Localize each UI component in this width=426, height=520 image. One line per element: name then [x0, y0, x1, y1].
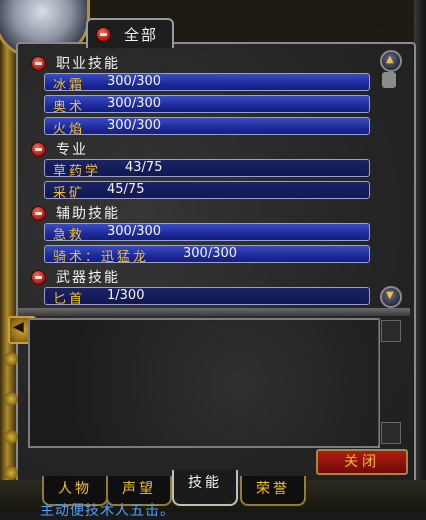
- skill-name: 匕首: [53, 292, 86, 307]
- detail-scroll-up[interactable]: [381, 320, 401, 342]
- skill-list: 职业技能 冰霜 300/300 奥术 300/300 火焰 300/300 专业…: [26, 48, 371, 308]
- skill-name: 草药学: [53, 164, 102, 179]
- collapse-all-icon[interactable]: [96, 27, 111, 42]
- skill-value: 300/300: [107, 224, 162, 239]
- skill-name: 骑术：迅猛龙: [53, 250, 150, 265]
- category-header[interactable]: 武器技能: [26, 266, 226, 286]
- skill-bar[interactable]: 奥术 300/300: [44, 95, 370, 115]
- scroll-down-button[interactable]: ▼: [380, 286, 402, 308]
- skill-value: 43/75: [125, 160, 163, 175]
- collapse-icon[interactable]: [31, 56, 46, 71]
- skill-bar[interactable]: 冰霜 300/300: [44, 73, 370, 93]
- chat-text: 主动便技术人五击。: [40, 503, 175, 519]
- skill-name: 采矿: [53, 186, 86, 201]
- category-label: 职业技能: [56, 56, 120, 72]
- category-label: 武器技能: [56, 270, 120, 286]
- category-header[interactable]: 专业: [26, 138, 226, 158]
- category-label: 专业: [56, 142, 88, 158]
- skill-value: 45/75: [107, 182, 145, 197]
- detail-scrollbar[interactable]: [378, 318, 401, 444]
- arrow-down-icon: ▼: [386, 290, 394, 301]
- category-header[interactable]: 辅助技能: [26, 202, 226, 222]
- skill-name: 火焰: [53, 122, 86, 137]
- skill-bar[interactable]: 火焰 300/300: [44, 117, 370, 137]
- skill-bar[interactable]: 骑术：迅猛龙 300/300: [44, 245, 370, 265]
- side-button-icon[interactable]: [4, 430, 18, 444]
- skill-bar[interactable]: 采矿 45/75: [44, 181, 370, 201]
- tab-skills[interactable]: 技能: [172, 470, 238, 506]
- speaker-icon: ◀: [13, 319, 24, 335]
- skill-value: 1/300: [107, 288, 145, 303]
- skill-bar[interactable]: 急救 300/300: [44, 223, 370, 243]
- skill-name: 奥术: [53, 100, 86, 115]
- collapse-icon[interactable]: [31, 206, 46, 221]
- arrow-up-icon: ▲: [386, 54, 394, 65]
- side-button-icon[interactable]: [4, 392, 18, 406]
- side-button-icon[interactable]: [4, 466, 18, 480]
- skill-value: 300/300: [107, 96, 162, 111]
- skill-detail-box: [28, 318, 380, 448]
- scroll-up-button[interactable]: ▲: [380, 50, 402, 72]
- scroll-thumb[interactable]: [382, 72, 396, 88]
- tab-all-label: 全部: [124, 26, 159, 44]
- skill-bar[interactable]: 匕首 1/300: [44, 287, 370, 307]
- tab-honor[interactable]: 荣誉: [240, 476, 306, 506]
- skill-value: 300/300: [107, 118, 162, 133]
- skill-value: 300/300: [107, 74, 162, 89]
- skill-list-scrollbar[interactable]: ▲ ▼: [380, 50, 402, 308]
- side-button-icon[interactable]: [4, 352, 18, 366]
- category-label: 辅助技能: [56, 206, 120, 222]
- detail-scroll-down[interactable]: [381, 422, 401, 444]
- collapse-icon[interactable]: [31, 142, 46, 157]
- category-header[interactable]: 职业技能: [26, 52, 226, 72]
- skill-bar[interactable]: 草药学 43/75: [44, 159, 370, 179]
- tab-all[interactable]: 全部: [86, 18, 174, 48]
- skill-value: 300/300: [183, 246, 238, 261]
- skill-name: 急救: [53, 228, 86, 243]
- collapse-icon[interactable]: [31, 270, 46, 285]
- panel-divider: [18, 308, 410, 316]
- skill-name: 冰霜: [53, 78, 86, 93]
- close-button[interactable]: 关闭: [316, 449, 408, 475]
